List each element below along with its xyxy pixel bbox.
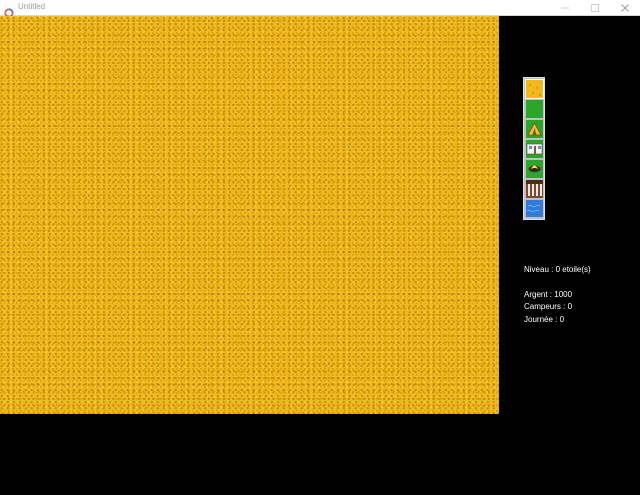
campfire-icon <box>526 160 543 178</box>
tile-water[interactable] <box>526 200 543 217</box>
money-label: Argent : 1000 <box>524 290 573 299</box>
sand-icon <box>526 80 543 98</box>
day-label: Journée : 0 <box>524 315 565 324</box>
tile-campfire[interactable] <box>526 160 543 178</box>
campers-label: Campeurs : 0 <box>524 302 573 311</box>
window-titlebar[interactable]: Untitled <box>0 0 640 18</box>
fence-icon <box>526 180 543 198</box>
level-label: Niveau : 0 etoile(s) <box>524 265 591 274</box>
tile-palette <box>523 77 545 220</box>
tent-icon <box>526 120 543 138</box>
tile-grass[interactable] <box>526 100 543 118</box>
tile-sand[interactable] <box>525 79 544 99</box>
maximize-button[interactable] <box>580 0 610 16</box>
close-icon <box>621 4 629 12</box>
window-title: Untitled <box>18 2 46 11</box>
tile-building[interactable] <box>526 140 543 158</box>
building-icon <box>526 140 543 158</box>
app-icon <box>4 3 14 18</box>
map-grid[interactable] <box>0 16 499 414</box>
game-canvas: Niveau : 0 etoile(s) Argent : 1000 Campe… <box>0 16 640 495</box>
maximize-icon <box>591 4 599 12</box>
tile-tent[interactable] <box>526 120 543 138</box>
close-button[interactable] <box>610 0 640 16</box>
minimize-icon <box>561 7 569 9</box>
water-icon <box>526 200 543 217</box>
grass-icon <box>526 100 543 118</box>
tile-path-fence[interactable] <box>526 180 543 198</box>
minimize-button[interactable] <box>550 0 580 16</box>
